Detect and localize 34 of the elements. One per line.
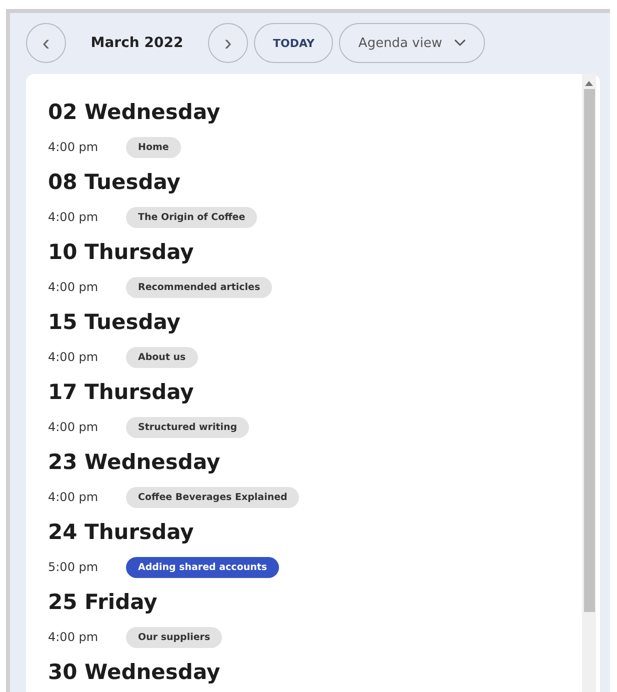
scroll-thumb[interactable]: [584, 89, 594, 612]
event-time: 4:00 pm: [48, 490, 100, 504]
event-chip[interactable]: The Origin of Coffee: [126, 206, 258, 228]
event-chip[interactable]: Structured writing: [126, 416, 250, 438]
day-heading: 24 Thursday: [48, 519, 195, 546]
day-heading: 02 Wednesday: [48, 99, 222, 126]
day-heading: 15 Tuesday: [48, 309, 182, 336]
today-button[interactable]: TODAY: [254, 23, 334, 63]
chevron-down-icon: [454, 39, 466, 47]
event-time: 5:00 pm: [48, 560, 100, 574]
event-time: 4:00 pm: [48, 350, 100, 364]
previous-button[interactable]: ‹: [26, 23, 66, 63]
scroll-up-icon[interactable]: [585, 80, 593, 86]
day-heading: 25 Friday: [48, 589, 158, 616]
day-heading: 30 Wednesday: [48, 659, 222, 686]
event-chip[interactable]: Our suppliers: [126, 626, 222, 648]
next-button[interactable]: ›: [208, 23, 248, 63]
month-title: March 2022: [90, 35, 184, 51]
event-chip[interactable]: Home: [126, 136, 181, 158]
event-time: 4:00 pm: [48, 210, 100, 224]
event-time: 4:00 pm: [48, 420, 100, 434]
day-heading: 10 Thursday: [48, 239, 195, 266]
event-chip[interactable]: Adding shared accounts: [126, 556, 280, 578]
day-heading: 08 Tuesday: [48, 169, 182, 196]
event-chip[interactable]: Coffee Beverages Explained: [126, 486, 300, 508]
event-time: 4:00 pm: [48, 630, 100, 644]
event-chip[interactable]: About us: [126, 346, 198, 368]
day-heading: 17 Thursday: [48, 379, 195, 406]
event-chip[interactable]: Recommended articles: [126, 276, 272, 298]
event-time: 4:00 pm: [48, 280, 100, 294]
day-heading: 23 Wednesday: [48, 449, 222, 476]
event-time: 4:00 pm: [48, 140, 100, 154]
view-dropdown[interactable]: Agenda view: [339, 23, 486, 63]
scrollbar[interactable]: [582, 74, 596, 692]
